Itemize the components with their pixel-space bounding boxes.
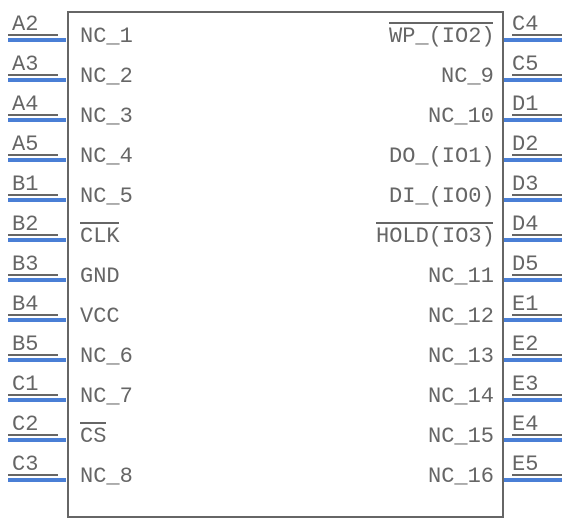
pin-number-underline bbox=[512, 114, 562, 116]
pin-label-right: NC_14 bbox=[428, 384, 494, 409]
pin-lead-left bbox=[8, 238, 66, 242]
pin-lead-right bbox=[504, 438, 562, 442]
pin-number-underline bbox=[512, 194, 562, 196]
pin-label-left: VCC bbox=[80, 304, 120, 329]
pin-label-right: NC_15 bbox=[428, 424, 494, 449]
pin-label-left: NC_8 bbox=[80, 464, 133, 489]
pin-number-underline bbox=[512, 34, 562, 36]
pin-number-underline bbox=[512, 234, 562, 236]
pin-lead-right bbox=[504, 398, 562, 402]
overline bbox=[80, 422, 106, 424]
pin-number-underline bbox=[512, 474, 562, 476]
pin-label-left: NC_5 bbox=[80, 184, 133, 209]
pin-lead-right bbox=[504, 38, 562, 42]
pin-number-underline bbox=[8, 114, 58, 116]
pin-lead-right bbox=[504, 478, 562, 482]
pin-label-right: DI_(IO0) bbox=[389, 184, 495, 209]
pin-lead-left bbox=[8, 318, 66, 322]
overline bbox=[389, 22, 493, 24]
pin-lead-right bbox=[504, 78, 562, 82]
pin-lead-right bbox=[504, 358, 562, 362]
pin-number-underline bbox=[8, 194, 58, 196]
pin-label-left: NC_2 bbox=[80, 64, 133, 89]
pin-label-right: DO_(IO1) bbox=[389, 144, 495, 169]
overline bbox=[376, 222, 493, 224]
pin-number-underline bbox=[8, 34, 58, 36]
pin-label-right: WP_(IO2) bbox=[389, 24, 495, 49]
pin-label-right: NC_12 bbox=[428, 304, 494, 329]
pin-lead-left bbox=[8, 438, 66, 442]
pin-number-underline bbox=[8, 474, 58, 476]
pin-lead-left bbox=[8, 358, 66, 362]
pin-number-underline bbox=[512, 434, 562, 436]
pin-lead-left bbox=[8, 198, 66, 202]
pin-lead-left bbox=[8, 158, 66, 162]
pin-lead-right bbox=[504, 158, 562, 162]
pin-lead-right bbox=[504, 318, 562, 322]
pin-label-left: NC_3 bbox=[80, 104, 133, 129]
pin-lead-left bbox=[8, 278, 66, 282]
pin-lead-left bbox=[8, 38, 66, 42]
pin-label-left: NC_7 bbox=[80, 384, 133, 409]
pin-number-underline bbox=[512, 74, 562, 76]
pin-lead-right bbox=[504, 198, 562, 202]
pin-number-underline bbox=[8, 394, 58, 396]
pin-label-right: NC_11 bbox=[428, 264, 494, 289]
pin-lead-left bbox=[8, 398, 66, 402]
pin-lead-left bbox=[8, 478, 66, 482]
pin-label-left: NC_4 bbox=[80, 144, 133, 169]
pin-label-left: GND bbox=[80, 264, 120, 289]
pin-number-underline bbox=[512, 154, 562, 156]
pin-lead-right bbox=[504, 278, 562, 282]
pin-label-left: CLK bbox=[80, 224, 120, 249]
pin-number-underline bbox=[512, 274, 562, 276]
pin-label-left: NC_1 bbox=[80, 24, 133, 49]
pin-number-underline bbox=[8, 154, 58, 156]
pin-number-underline bbox=[512, 354, 562, 356]
pin-label-right: NC_9 bbox=[441, 64, 494, 89]
pin-lead-right bbox=[504, 118, 562, 122]
pin-number-underline bbox=[8, 74, 58, 76]
pin-number-underline bbox=[8, 434, 58, 436]
pin-lead-right bbox=[504, 238, 562, 242]
pin-label-right: NC_13 bbox=[428, 344, 494, 369]
pin-number-underline bbox=[8, 314, 58, 316]
pin-lead-left bbox=[8, 118, 66, 122]
pin-number-underline bbox=[8, 274, 58, 276]
pin-label-left: NC_6 bbox=[80, 344, 133, 369]
pin-number-underline bbox=[512, 394, 562, 396]
pin-label-right: NC_10 bbox=[428, 104, 494, 129]
pin-label-left: CS bbox=[80, 424, 106, 449]
pin-label-right: NC_16 bbox=[428, 464, 494, 489]
pin-label-right: HOLD(IO3) bbox=[376, 224, 495, 249]
pin-number-underline bbox=[8, 354, 58, 356]
pin-number-underline bbox=[8, 234, 58, 236]
overline bbox=[80, 222, 119, 224]
pin-lead-left bbox=[8, 78, 66, 82]
pin-number-underline bbox=[512, 314, 562, 316]
